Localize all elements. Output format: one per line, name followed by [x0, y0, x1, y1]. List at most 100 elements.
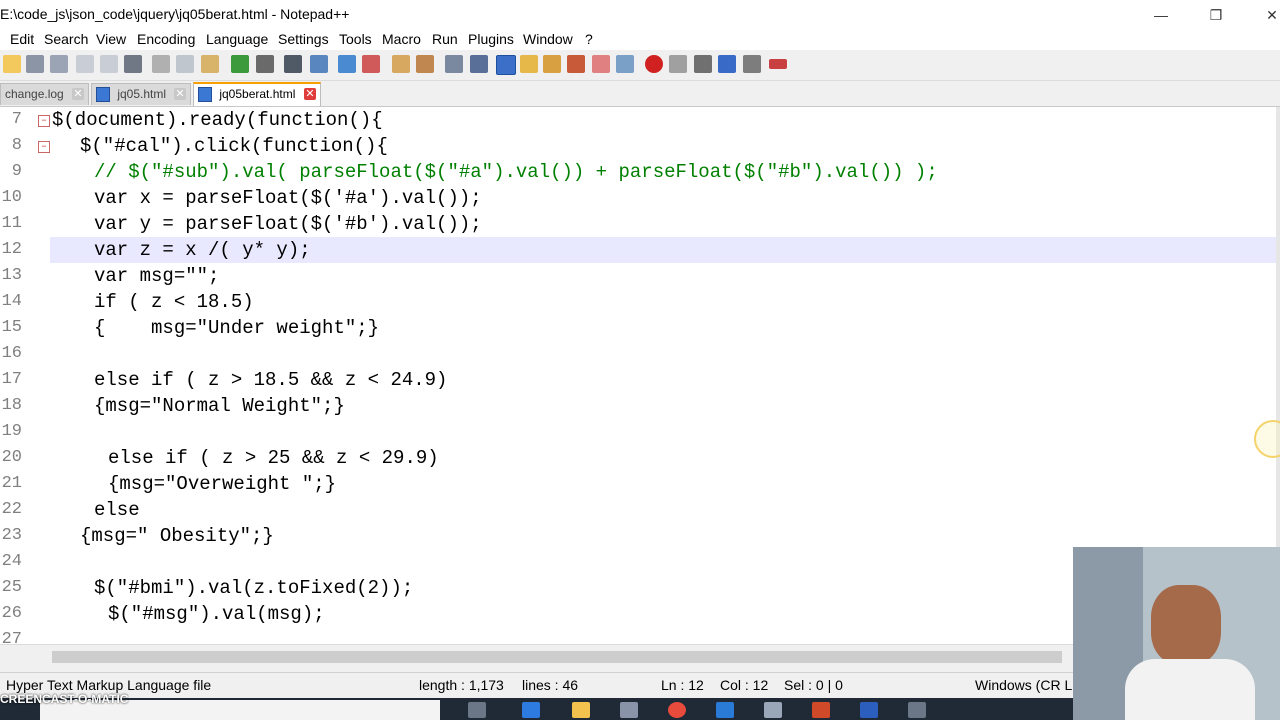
word-wrap-icon[interactable] — [445, 55, 463, 73]
document-map-icon[interactable] — [543, 55, 561, 73]
webcam-overlay — [1073, 547, 1280, 720]
close-tab-icon[interactable]: ✕ — [304, 88, 316, 100]
line-text: var z = x /( y* y); — [94, 239, 311, 261]
line-number: 26 — [1, 604, 22, 623]
length-status: length : 1,173 — [419, 677, 504, 693]
print-icon[interactable] — [124, 55, 142, 73]
zoom-in-icon[interactable] — [338, 55, 356, 73]
code-line: 23 {msg=" Obesity";} — [0, 523, 1280, 549]
app-icon[interactable] — [908, 702, 926, 718]
tab-jq05[interactable]: jq05.html ✕ — [91, 83, 191, 105]
menu-settings[interactable]: Settings — [278, 31, 329, 47]
minimize-button[interactable]: — — [1146, 4, 1176, 26]
menu-edit[interactable]: Edit — [10, 31, 34, 47]
paste-icon[interactable] — [201, 55, 219, 73]
file-explorer-icon[interactable] — [572, 702, 590, 718]
menu-bar: Edit Search View Encoding Language Setti… — [0, 30, 1280, 50]
line-number: 21 — [1, 474, 22, 493]
maximize-button[interactable]: ❐ — [1201, 4, 1231, 26]
spell-check-icon[interactable] — [769, 59, 787, 69]
code-line: 8 − $("#cal").click(function(){ — [0, 133, 1280, 159]
chrome-icon[interactable] — [668, 702, 686, 718]
folder-workspace-icon[interactable] — [592, 55, 610, 73]
save-all-icon[interactable] — [50, 55, 68, 73]
line-number: 7 — [11, 110, 22, 129]
powerpoint-icon[interactable] — [812, 702, 830, 718]
tab-jq05berat[interactable]: jq05berat.html ✕ — [193, 82, 321, 106]
close-tab-icon[interactable]: ✕ — [174, 88, 186, 100]
line-number: 24 — [1, 552, 22, 571]
code-line: 16 — [0, 341, 1280, 367]
line-text: $("#msg").val(msg); — [108, 603, 325, 625]
file-icon — [96, 87, 110, 103]
stop-macro-icon[interactable] — [669, 55, 687, 73]
fold-toggle-icon[interactable]: − — [38, 115, 50, 127]
task-view-icon[interactable] — [468, 702, 486, 718]
menu-language[interactable]: Language — [206, 31, 268, 47]
tab-bar: change.log ✕ jq05.html ✕ jq05berat.html … — [0, 81, 1280, 107]
line-text: else if ( z > 25 && z < 29.9) — [108, 447, 439, 469]
close-button[interactable]: ✕ — [1257, 4, 1280, 26]
save-macro-icon[interactable] — [743, 55, 761, 73]
save-icon[interactable] — [26, 55, 44, 73]
mail-icon[interactable] — [716, 702, 734, 718]
code-line: 22 else — [0, 497, 1280, 523]
code-line: 14 if ( z < 18.5) — [0, 289, 1280, 315]
function-list-icon[interactable] — [567, 55, 585, 73]
copy-icon[interactable] — [176, 55, 194, 73]
show-all-chars-icon[interactable] — [470, 55, 488, 73]
redo-icon[interactable] — [256, 55, 274, 73]
menu-macro[interactable]: Macro — [382, 31, 421, 47]
run-macro-multiple-icon[interactable] — [718, 55, 736, 73]
define-language-icon[interactable] — [520, 55, 538, 73]
code-line: 20 else if ( z > 25 && z < 29.9) — [0, 445, 1280, 471]
record-macro-icon[interactable] — [645, 55, 663, 73]
store-icon[interactable] — [620, 702, 638, 718]
code-line: 9 // $("#sub").val( parseFloat($("#a").v… — [0, 159, 1280, 185]
line-number: 22 — [1, 500, 22, 519]
word-icon[interactable] — [860, 702, 878, 718]
sync-vertical-icon[interactable] — [392, 55, 410, 73]
toolbar — [0, 50, 1280, 81]
line-number: 27 — [1, 630, 22, 644]
replace-icon[interactable] — [310, 55, 328, 73]
code-line: 12 var z = x /( y* y); — [0, 237, 1280, 263]
eol-status: Windows (CR LF) — [975, 677, 1086, 693]
notepad-plus-plus-icon[interactable] — [764, 702, 782, 718]
line-number: 19 — [1, 422, 22, 441]
zoom-out-icon[interactable] — [362, 55, 380, 73]
lines-status: lines : 46 — [522, 677, 579, 693]
indent-guide-icon[interactable] — [496, 55, 516, 75]
line-number: 12 — [1, 240, 22, 259]
menu-search[interactable]: Search — [44, 31, 88, 47]
menu-plugins[interactable]: Plugins — [468, 31, 514, 47]
menu-encoding[interactable]: Encoding — [137, 31, 195, 47]
line-number: 18 — [1, 396, 22, 415]
title-bar: E:\code_js\json_code\jquery\jq05berat.ht… — [0, 0, 1280, 30]
fold-toggle-icon[interactable]: − — [38, 141, 50, 153]
close-file-icon[interactable] — [76, 55, 94, 73]
new-file-icon[interactable] — [3, 55, 21, 73]
menu-help[interactable]: ? — [585, 31, 593, 47]
line-number: 13 — [1, 266, 22, 285]
close-all-icon[interactable] — [100, 55, 118, 73]
menu-run[interactable]: Run — [432, 31, 458, 47]
undo-icon[interactable] — [231, 55, 249, 73]
play-macro-icon[interactable] — [694, 55, 712, 73]
monitoring-icon[interactable] — [616, 55, 634, 73]
menu-tools[interactable]: Tools — [339, 31, 372, 47]
menu-window[interactable]: Window — [523, 31, 573, 47]
line-number: 9 — [11, 162, 22, 181]
line-text: $("#cal").click(function(){ — [80, 135, 388, 157]
line-number: 11 — [1, 214, 22, 233]
tab-change-log[interactable]: change.log ✕ — [0, 83, 89, 105]
edge-browser-icon[interactable] — [522, 702, 540, 718]
find-icon[interactable] — [284, 55, 302, 73]
scrollbar-thumb[interactable] — [52, 651, 1062, 663]
cut-icon[interactable] — [152, 55, 170, 73]
code-line: 15 { msg="Under weight";} — [0, 315, 1280, 341]
menu-view[interactable]: View — [96, 31, 126, 47]
line-text: // $("#sub").val( parseFloat($("#a").val… — [94, 161, 938, 183]
sync-horizontal-icon[interactable] — [416, 55, 434, 73]
close-tab-icon[interactable]: ✕ — [72, 88, 84, 100]
